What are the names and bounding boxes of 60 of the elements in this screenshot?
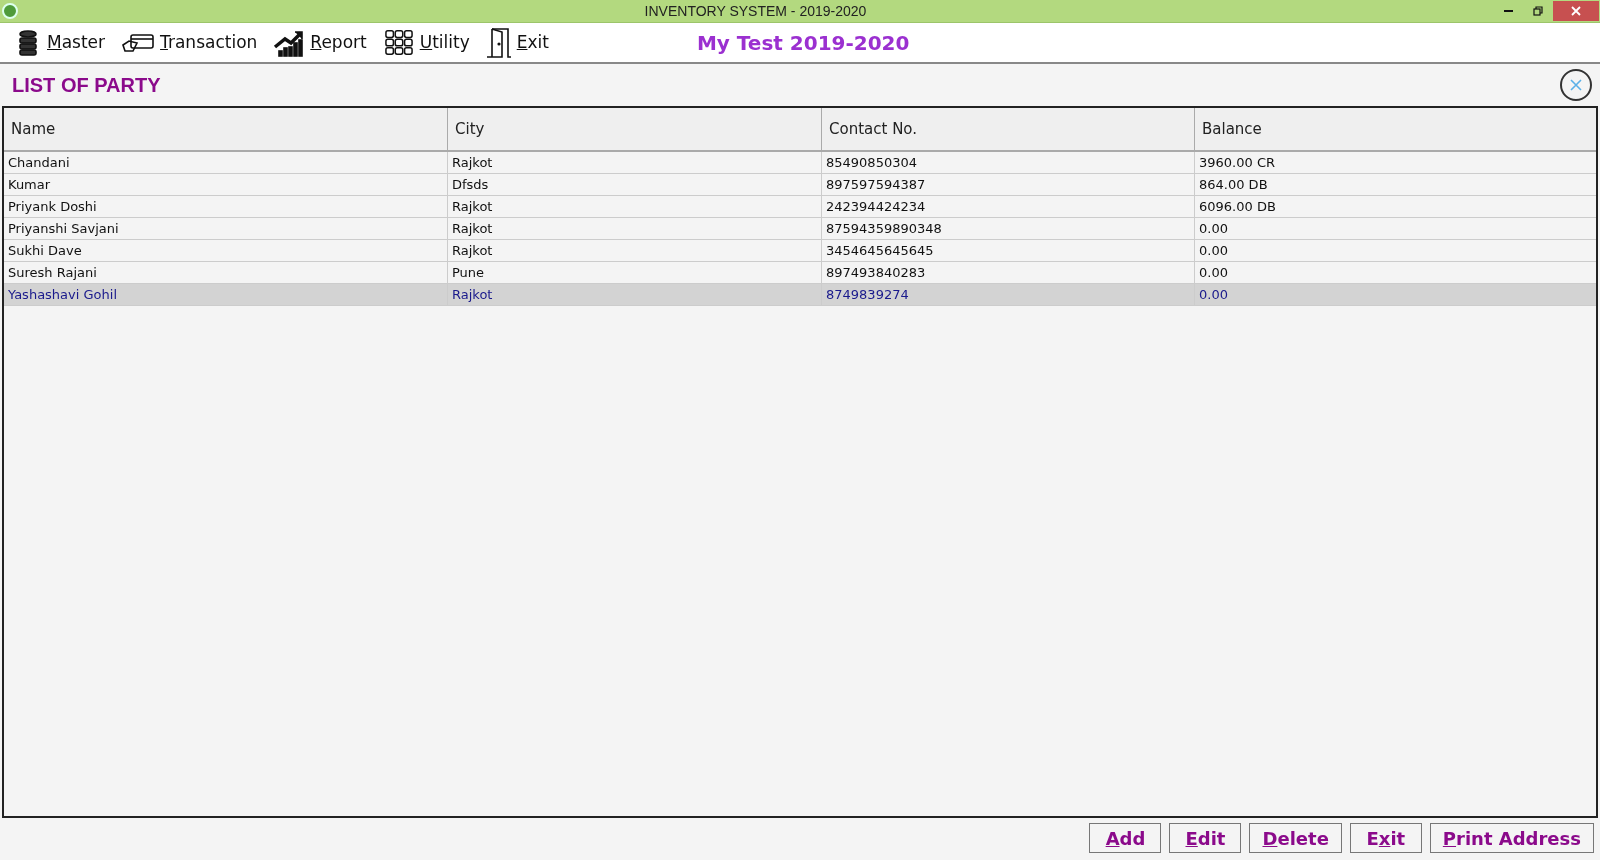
- table-cell: Pune: [447, 262, 821, 283]
- menu-item[interactable]: Master: [14, 28, 106, 57]
- table-cell: Rajkot: [447, 152, 821, 173]
- table-cell-text: Sukhi Dave: [7, 241, 83, 260]
- window-title: INVENTORY SYSTEM - 2019-2020: [644, 1, 867, 21]
- table-cell: 3454645645645: [821, 240, 1194, 261]
- table-cell-text: Priyanshi Savjani: [7, 219, 120, 238]
- table-row[interactable]: Sukhi Dave Rajkot 3454645645645 0.00: [4, 240, 1596, 262]
- grid-icon: [382, 28, 415, 57]
- close-icon: [1571, 6, 1581, 16]
- action-button[interactable]: Exit: [1349, 823, 1422, 853]
- menu-item[interactable]: Report: [273, 28, 367, 57]
- door-icon: [485, 26, 512, 59]
- action-button[interactable]: Edit: [1169, 823, 1242, 853]
- table-cell: 3960.00 CR: [1194, 152, 1596, 173]
- app-icon: [2, 3, 18, 19]
- close-button[interactable]: [1560, 69, 1592, 101]
- menu-item[interactable]: Transaction: [121, 28, 258, 57]
- table-cell: 897597594387: [821, 174, 1194, 195]
- table-cell-text: Suresh Rajani: [7, 263, 98, 282]
- table-cell: 0.00: [1194, 240, 1596, 261]
- column-header[interactable]: Name: [4, 108, 447, 150]
- minimize-icon: [1503, 10, 1513, 12]
- table-cell: 87594359890348: [821, 218, 1194, 239]
- table-cell: Rajkot: [447, 240, 821, 261]
- menu-item[interactable]: Exit: [485, 26, 549, 59]
- table-cell: 242394424234: [821, 196, 1194, 217]
- table-row[interactable]: Priyanshi Savjani Rajkot 87594359890348 0.00: [4, 218, 1596, 240]
- table-cell: 8749839274: [821, 284, 1194, 305]
- table-row[interactable]: Yashashavi Gohil Rajkot 8749839274 0.00: [4, 284, 1596, 306]
- action-button[interactable]: Print Address: [1429, 823, 1594, 853]
- table-cell-text: Kumar: [7, 175, 52, 194]
- table-cell: 85490850304: [821, 152, 1194, 173]
- table-cell: Rajkot: [447, 218, 821, 239]
- column-header[interactable]: City: [447, 108, 821, 150]
- company-title: My Test 2019-2020: [696, 29, 910, 57]
- table-cell: Rajkot: [447, 196, 821, 217]
- table-cell-text: Chandani: [7, 153, 71, 172]
- table-row[interactable]: Priyank Doshi Rajkot 242394424234 6096.00 DB: [4, 196, 1596, 218]
- table-cell: 897493840283: [821, 262, 1194, 283]
- table-row[interactable]: Kumar Dfsds 897597594387 864.00 DB: [4, 174, 1596, 196]
- table-cell: 0.00: [1194, 262, 1596, 283]
- action-button[interactable]: Add: [1089, 823, 1162, 853]
- column-header[interactable]: Contact No.: [821, 108, 1194, 150]
- table-cell: Rajkot: [447, 284, 821, 305]
- table-cell-text: Priyank Doshi: [7, 197, 98, 216]
- table-cell: 864.00 DB: [1194, 174, 1596, 195]
- close-icon: [1570, 79, 1582, 91]
- action-button[interactable]: Delete: [1249, 823, 1342, 853]
- panel-title: LIST OF PARTY: [12, 73, 161, 98]
- growth-chart-icon: [273, 28, 306, 57]
- menu-item[interactable]: Utility: [382, 28, 470, 57]
- table-cell-text: Yashashavi Gohil: [7, 285, 118, 304]
- table-cell: 6096.00 DB: [1194, 196, 1596, 217]
- restore-icon: [1533, 6, 1543, 16]
- table-cell: 0.00: [1194, 284, 1596, 305]
- table-cell: Dfsds: [447, 174, 821, 195]
- table-cell: 0.00: [1194, 218, 1596, 239]
- column-header[interactable]: Balance: [1194, 108, 1596, 150]
- table-row[interactable]: Chandani Rajkot 85490850304 3960.00 CR: [4, 152, 1596, 174]
